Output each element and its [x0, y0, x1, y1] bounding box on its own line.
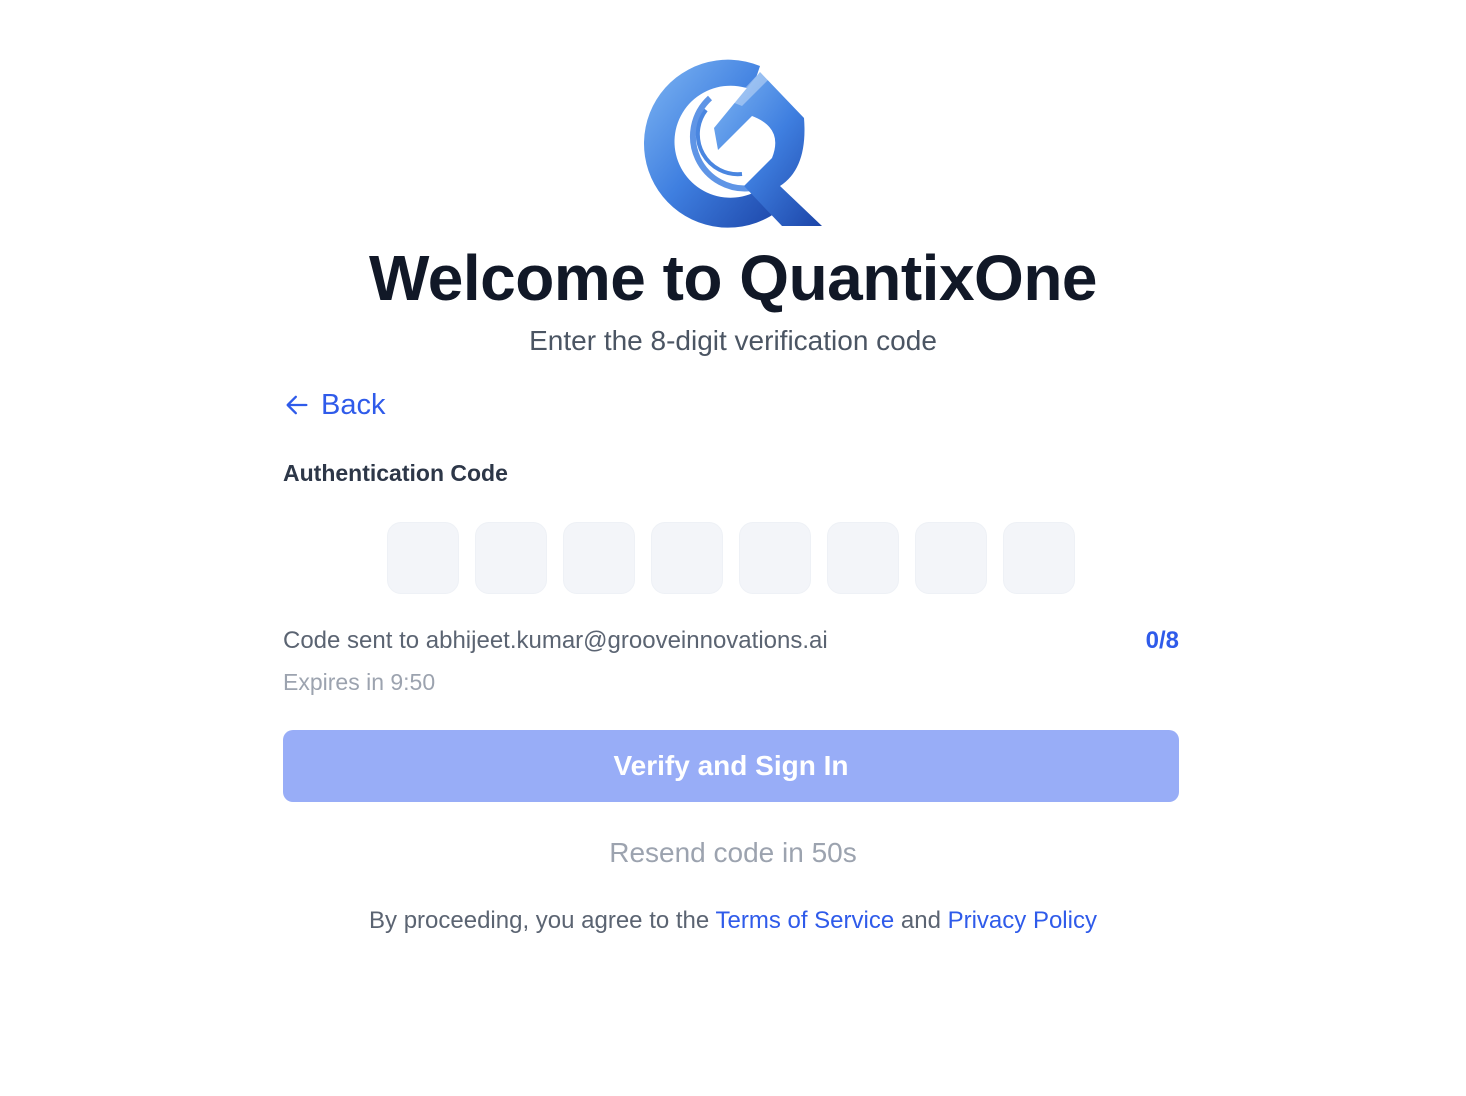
quantixone-q-logo-icon — [643, 59, 822, 228]
legal-prefix: By proceeding, you agree to the — [369, 907, 716, 934]
code-digit-8[interactable] — [1003, 522, 1075, 594]
code-digit-7[interactable] — [915, 522, 987, 594]
code-input-group — [387, 522, 1075, 594]
terms-of-service-link[interactable]: Terms of Service — [715, 907, 894, 934]
resend-code-text: Resend code in 50s — [609, 837, 857, 868]
arrow-left-icon — [283, 391, 311, 419]
auth-code-label: Authentication Code — [283, 460, 508, 486]
page-subtitle: Enter the 8-digit verification code — [529, 325, 937, 356]
verify-sign-in-button[interactable]: Verify and Sign In — [283, 730, 1179, 802]
privacy-policy-link[interactable]: Privacy Policy — [948, 907, 1097, 934]
legal-joiner: and — [894, 907, 948, 934]
page-title: Welcome to QuantixOne — [369, 242, 1098, 314]
code-digit-4[interactable] — [651, 522, 723, 594]
back-link[interactable]: Back — [283, 384, 385, 426]
code-digit-3[interactable] — [563, 522, 635, 594]
code-status-row: Code sent to abhijeet.kumar@grooveinnova… — [283, 624, 1179, 658]
code-digit-6[interactable] — [827, 522, 899, 594]
code-sent-text: Code sent to abhijeet.kumar@grooveinnova… — [283, 627, 828, 654]
digit-counter: 0/8 — [1145, 627, 1179, 654]
expiry-text: Expires in 9:50 — [283, 669, 436, 695]
verification-page: Welcome to QuantixOne Enter the 8-digit … — [0, 0, 1466, 1096]
code-digit-2[interactable] — [475, 522, 547, 594]
quantixone-logo — [632, 58, 832, 228]
code-digit-1[interactable] — [387, 522, 459, 594]
legal-notice: By proceeding, you agree to the Terms of… — [0, 904, 1466, 938]
back-label: Back — [321, 389, 386, 421]
code-digit-5[interactable] — [739, 522, 811, 594]
